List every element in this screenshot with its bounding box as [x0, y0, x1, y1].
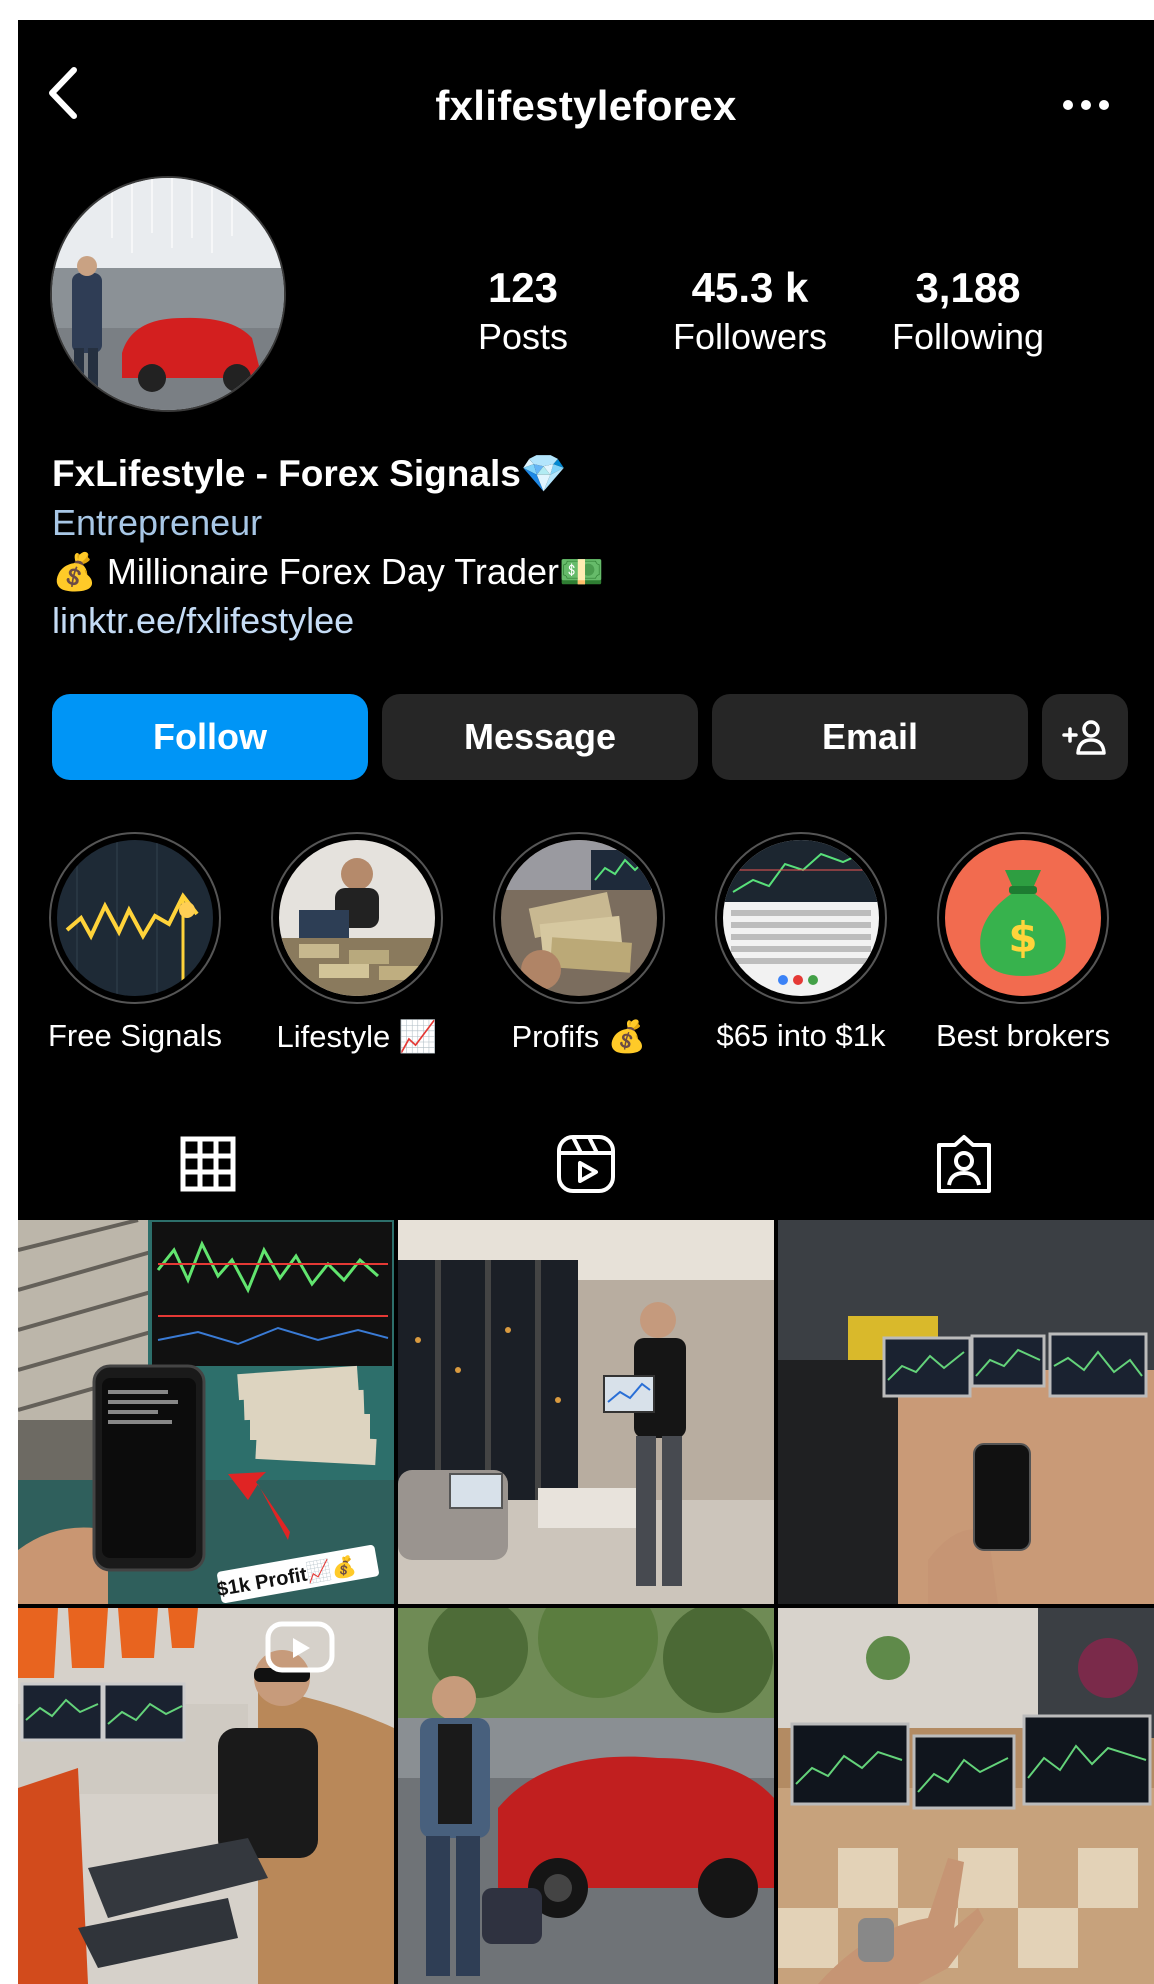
money-bag-icon: $	[945, 840, 1101, 996]
highlight-label: Profifs 💰	[511, 1019, 647, 1054]
highlight-label: Best brokers	[935, 1018, 1110, 1053]
followers-count-value: 45.3 k	[691, 264, 809, 311]
reels-icon	[557, 1135, 615, 1193]
bio-link[interactable]: linktr.ee/fxlifestylee	[52, 596, 1132, 646]
tab-tagged[interactable]	[774, 1118, 1154, 1210]
post-tile[interactable]	[18, 1608, 394, 1984]
tab-reels[interactable]	[396, 1118, 776, 1210]
highlight-cover	[279, 840, 435, 996]
profile-screen: fxlifestyleforex 123 Posts 45.3 k Follow…	[18, 20, 1154, 1984]
post-image	[778, 1608, 1154, 1984]
profile-display-name: FxLifestyle - Forex Signals💎	[52, 453, 567, 494]
grid-icon	[180, 1136, 236, 1192]
more-options-button[interactable]	[1058, 90, 1114, 120]
profile-category: Entrepreneur	[52, 502, 263, 543]
post-image	[18, 1608, 394, 1984]
more-icon	[1063, 100, 1109, 110]
post-image	[778, 1220, 1154, 1604]
posts-count-value: 123	[487, 264, 559, 311]
following-count-value: 3,188	[915, 264, 1021, 311]
line-chart-icon	[57, 840, 213, 996]
highlight-lifestyle[interactable]: Lifestyle 📈	[252, 832, 462, 1055]
highlight-screenshot	[723, 840, 879, 996]
suggest-people-button[interactable]	[1042, 694, 1128, 780]
highlight-ring	[49, 832, 221, 1004]
highlight-profits[interactable]: Profifs 💰	[474, 832, 684, 1055]
profile-bio: FxLifestyle - Forex Signals💎 Entrepreneu…	[52, 450, 1132, 646]
highlight-65-into-1k[interactable]: $65 into $1k	[696, 832, 906, 1054]
top-bar: fxlifestyleforex	[18, 20, 1154, 150]
post-image: $1k Profit📈💰	[18, 1220, 394, 1604]
follow-button[interactable]: Follow	[52, 694, 368, 780]
followers-count-label: Followers	[672, 316, 828, 357]
tab-posts-grid[interactable]	[18, 1118, 398, 1210]
highlight-ring	[271, 832, 443, 1004]
post-tile[interactable]: $1k Profit📈💰	[18, 1220, 394, 1604]
highlight-label: Free Signals	[47, 1018, 223, 1053]
highlight-cover: $	[945, 840, 1101, 996]
tagged-icon	[937, 1135, 991, 1193]
avatar-photo	[52, 178, 284, 410]
post-image	[398, 1608, 774, 1984]
post-tile[interactable]	[778, 1608, 1154, 1984]
highlight-free-signals[interactable]: Free Signals	[30, 832, 240, 1054]
post-tile[interactable]	[778, 1220, 1154, 1604]
following-count[interactable]: 3,188 Following	[858, 262, 1078, 360]
highlight-cover	[501, 840, 657, 996]
profile-username: fxlifestyleforex	[435, 82, 737, 129]
following-count-label: Following	[891, 316, 1045, 357]
highlight-ring: $	[937, 832, 1109, 1004]
highlight-best-brokers[interactable]: $ Best brokers	[918, 832, 1128, 1054]
highlight-cover	[57, 840, 213, 996]
followers-count[interactable]: 45.3 k Followers	[640, 262, 860, 360]
add-person-icon	[1062, 720, 1106, 755]
highlight-ring	[493, 832, 665, 1004]
post-tile[interactable]	[398, 1608, 774, 1984]
svg-text:$: $	[1008, 913, 1037, 962]
highlight-label: $65 into $1k	[716, 1018, 886, 1053]
highlight-photo	[501, 840, 657, 996]
highlight-cover	[723, 840, 879, 996]
post-tile[interactable]	[398, 1220, 774, 1604]
email-button[interactable]: Email	[712, 694, 1028, 780]
posts-count-label: Posts	[477, 316, 569, 357]
highlight-ring	[715, 832, 887, 1004]
post-image	[398, 1220, 774, 1604]
highlight-label: Lifestyle 📈	[276, 1019, 438, 1054]
highlight-photo	[279, 840, 435, 996]
posts-count[interactable]: 123 Posts	[413, 262, 633, 360]
message-button[interactable]: Message	[382, 694, 698, 780]
profile-avatar[interactable]	[50, 176, 286, 412]
bio-text: 💰 Millionaire Forex Day Trader💵	[52, 551, 604, 592]
